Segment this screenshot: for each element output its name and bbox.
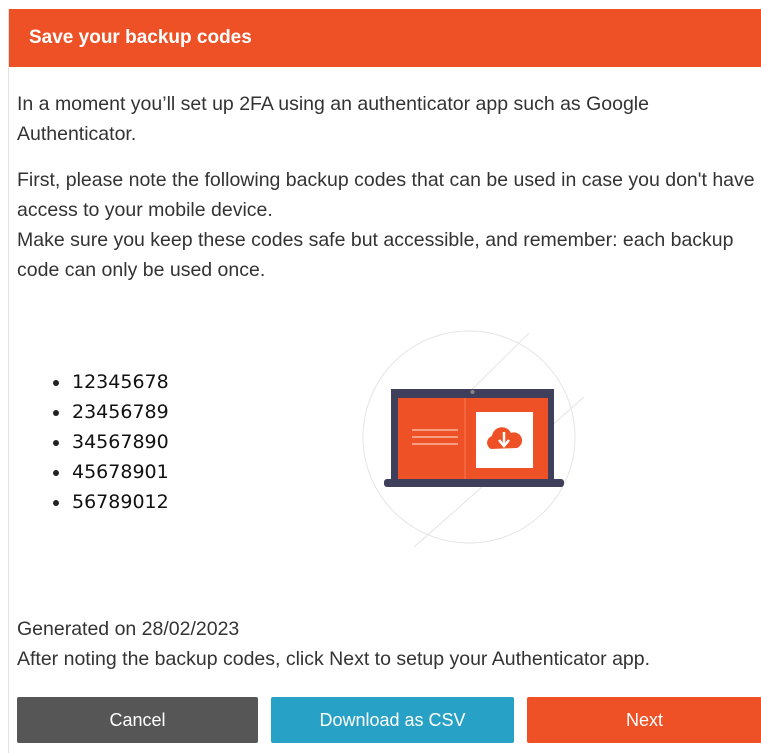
download-csv-button[interactable]: Download as CSV bbox=[271, 697, 514, 743]
intro-text: In a moment you’ll set up 2FA using an a… bbox=[17, 93, 649, 145]
backup-code-item: 23456789 bbox=[17, 397, 169, 427]
generated-date: Generated on 28/02/2023 bbox=[17, 618, 240, 640]
backup-code-item: 45678901 bbox=[17, 457, 169, 487]
dialog-title: Save your backup codes bbox=[29, 27, 252, 48]
next-button[interactable]: Next bbox=[527, 697, 761, 743]
next-step-instruction: After noting the backup codes, click Nex… bbox=[17, 648, 651, 670]
backup-code-item: 34567890 bbox=[17, 427, 169, 457]
instructions: First, please note the following backup … bbox=[17, 165, 761, 285]
backup-code-item: 56789012 bbox=[17, 487, 169, 517]
backup-codes-list: 12345678 23456789 34567890 45678901 56789012 bbox=[17, 367, 169, 517]
dialog-header: Save your backup codes bbox=[9, 9, 761, 67]
footer-text: Generated on 28/02/2023 After noting the… bbox=[17, 614, 650, 674]
backup-codes-warning: Make sure you keep these codes safe but … bbox=[17, 229, 734, 281]
backup-code-item: 12345678 bbox=[17, 367, 169, 397]
backup-codes-explanation: First, please note the following backup … bbox=[17, 169, 755, 221]
laptop-download-icon bbox=[362, 330, 585, 548]
cancel-button[interactable]: Cancel bbox=[17, 697, 258, 743]
backup-codes-dialog: Save your backup codes In a moment you’l… bbox=[8, 9, 761, 753]
